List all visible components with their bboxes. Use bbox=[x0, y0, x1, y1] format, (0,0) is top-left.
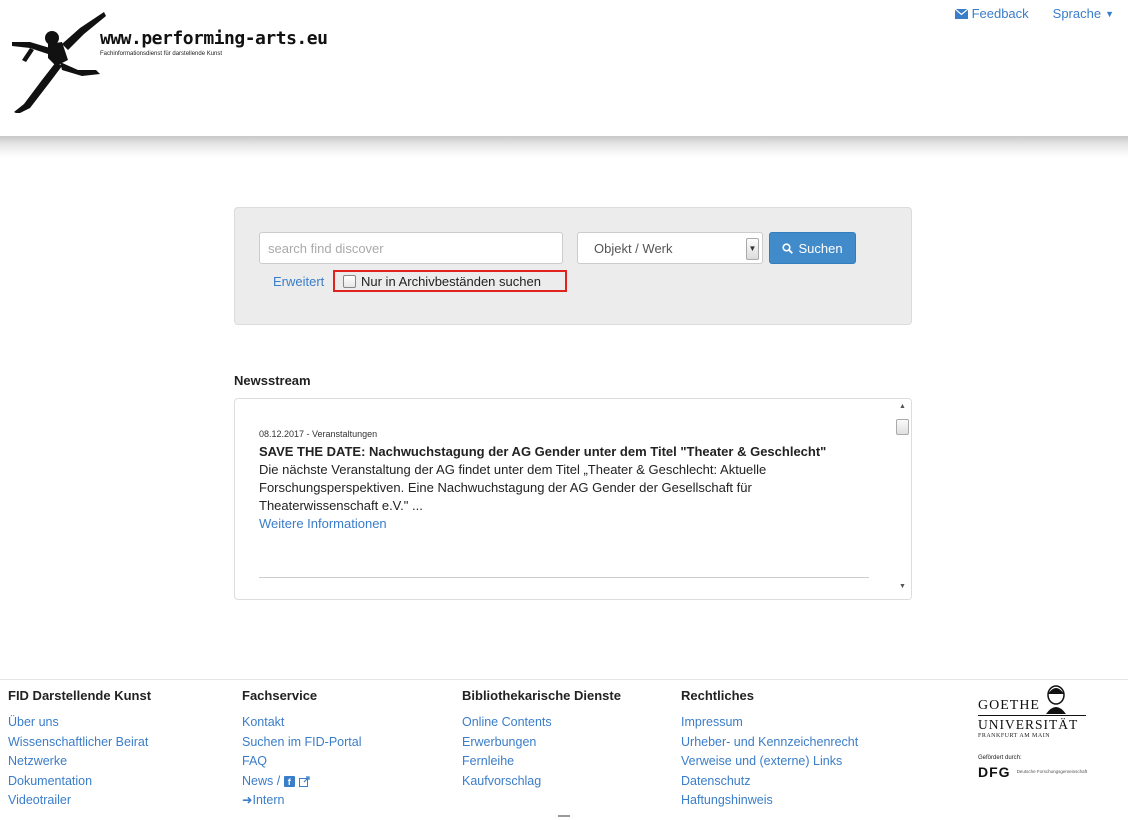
goethe-city: FRANKFURT AM MAIN bbox=[978, 733, 1051, 739]
footer-link-suchen[interactable]: Suchen im FID-Portal bbox=[242, 733, 361, 753]
archive-only-label: Nur in Archivbeständen suchen bbox=[361, 273, 541, 289]
sign-in-icon: ➜ bbox=[242, 793, 253, 807]
footer-link-videotrailer[interactable]: Videotrailer bbox=[8, 791, 151, 811]
goethe-university: UNIVERSITÄT bbox=[978, 715, 1086, 733]
search-panel: Objekt / Werk ▼ Suchen Erweitert Nur in … bbox=[234, 207, 912, 325]
scroll-up-icon[interactable]: ▲ bbox=[897, 403, 908, 410]
footer-col-fachservice: Fachservice Kontakt Suchen im FID-Portal… bbox=[242, 688, 361, 811]
archive-only-option[interactable]: Nur in Archivbeständen suchen bbox=[333, 270, 567, 292]
news-headline[interactable]: SAVE THE DATE: Nachwuchstagung der AG Ge… bbox=[259, 443, 869, 461]
search-button[interactable]: Suchen bbox=[769, 232, 856, 264]
feedback-label: Feedback bbox=[971, 6, 1029, 21]
site-logo[interactable]: www.performing-arts.eu Fachinformationsd… bbox=[8, 8, 328, 114]
footer-link-dokumentation[interactable]: Dokumentation bbox=[8, 772, 151, 792]
caret-down-icon: ▼ bbox=[1105, 8, 1114, 19]
logo-tagline: Fachinformationsdienst für darstellende … bbox=[100, 51, 223, 57]
footer-heading: Bibliothekarische Dienste bbox=[462, 688, 621, 703]
news-body: Die nächste Veranstaltung der AG findet … bbox=[259, 462, 767, 513]
top-links: Feedback Sprache ▼ bbox=[954, 6, 1114, 21]
footer-link-faq[interactable]: FAQ bbox=[242, 752, 361, 772]
language-label: Sprache bbox=[1052, 6, 1102, 21]
footer-link-fernleihe[interactable]: Fernleihe bbox=[462, 752, 621, 772]
footer-link-verweise[interactable]: Verweise und (externe) Links bbox=[681, 752, 858, 772]
news-social-icons: f bbox=[283, 775, 310, 787]
footer-link-netzwerke[interactable]: Netzwerke bbox=[8, 752, 151, 772]
footer-link-news[interactable]: News / bbox=[242, 774, 280, 788]
search-input[interactable] bbox=[259, 232, 563, 264]
partner-logos: GOETHE UNIVERSITÄT FRANKFURT AM MAIN Gef… bbox=[978, 684, 1088, 799]
footer-heading: FID Darstellende Kunst bbox=[8, 688, 152, 703]
footer-link-haftung[interactable]: Haftungshinweis bbox=[681, 791, 858, 811]
footer-link-intern: Intern bbox=[252, 793, 285, 807]
funded-by-label: Gefördert durch: bbox=[978, 755, 1022, 761]
magnifier-icon bbox=[782, 242, 794, 254]
footer-link-beirat[interactable]: Wissenschaftlicher Beirat bbox=[8, 733, 151, 753]
dancer-silhouette-icon bbox=[12, 12, 106, 114]
external-link-icon[interactable] bbox=[298, 775, 310, 787]
footer-link-datenschutz[interactable]: Datenschutz bbox=[681, 772, 858, 792]
advanced-search-link[interactable]: Erweitert bbox=[273, 274, 324, 289]
scroll-thumb[interactable] bbox=[896, 419, 909, 435]
dfg-logo[interactable]: DFG Deutsche Forschungsgemeinschaft bbox=[978, 764, 1088, 780]
feedback-link[interactable]: Feedback bbox=[954, 6, 1029, 21]
goethe-word: GOETHE bbox=[978, 698, 1040, 713]
footer-link-kontakt[interactable]: Kontakt bbox=[242, 713, 361, 733]
select-arrow-icon[interactable]: ▼ bbox=[746, 238, 759, 260]
footer-link-online-contents[interactable]: Online Contents bbox=[462, 713, 621, 733]
dfg-logo-text: DFG bbox=[978, 764, 1011, 780]
bottom-handle bbox=[558, 815, 570, 817]
footer-link-ueber-uns[interactable]: Über uns bbox=[8, 713, 151, 733]
footer-col-fid: FID Darstellende Kunst Über uns Wissensc… bbox=[8, 688, 151, 811]
footer-col-bibliothek: Bibliothekarische Dienste Online Content… bbox=[462, 688, 621, 791]
site-header: www.performing-arts.eu Fachinformationsd… bbox=[0, 0, 1128, 138]
envelope-icon bbox=[954, 8, 968, 19]
footer-link-erwerbungen[interactable]: Erwerbungen bbox=[462, 733, 621, 753]
goethe-portrait-icon bbox=[1046, 685, 1066, 714]
footer-link-impressum[interactable]: Impressum bbox=[681, 713, 858, 733]
archive-only-checkbox[interactable] bbox=[343, 274, 356, 288]
footer-divider bbox=[0, 679, 1128, 680]
footer-link-kaufvorschlag[interactable]: Kaufvorschlag bbox=[462, 772, 621, 792]
search-type-select[interactable]: Objekt / Werk ▼ bbox=[577, 232, 763, 264]
footer-news-row: News / f bbox=[242, 772, 361, 792]
news-more-link[interactable]: Weitere Informationen bbox=[259, 515, 869, 533]
logo-url-text: www.performing-arts.eu bbox=[100, 28, 328, 49]
newsstream-box: 08.12.2017 - Veranstaltungen SAVE THE DA… bbox=[234, 398, 912, 600]
search-type-value: Objekt / Werk bbox=[594, 241, 673, 256]
news-item: 08.12.2017 - Veranstaltungen SAVE THE DA… bbox=[259, 429, 869, 533]
scroll-down-icon[interactable]: ▼ bbox=[897, 583, 908, 590]
search-button-label: Suchen bbox=[798, 240, 843, 256]
footer-heading: Fachservice bbox=[242, 688, 318, 703]
news-divider bbox=[259, 577, 869, 578]
dfg-full-name: Deutsche Forschungsgemeinschaft bbox=[1016, 769, 1088, 774]
footer-intern-row[interactable]: ➜Intern bbox=[242, 791, 361, 811]
language-dropdown[interactable]: Sprache ▼ bbox=[1053, 6, 1114, 21]
goethe-logo[interactable]: GOETHE bbox=[978, 684, 1088, 714]
footer-heading: Rechtliches bbox=[681, 688, 754, 703]
facebook-icon[interactable]: f bbox=[283, 775, 295, 787]
footer-link-urheberrecht[interactable]: Urheber- und Kennzeichenrecht bbox=[681, 733, 858, 753]
newsstream-heading: Newsstream bbox=[234, 373, 311, 388]
header-shadow bbox=[0, 136, 1128, 158]
news-meta: 08.12.2017 - Veranstaltungen bbox=[259, 429, 378, 439]
news-scrollbar[interactable]: ▲ ▼ bbox=[894, 399, 911, 599]
footer-col-rechtliches: Rechtliches Impressum Urheber- und Kennz… bbox=[681, 688, 858, 811]
